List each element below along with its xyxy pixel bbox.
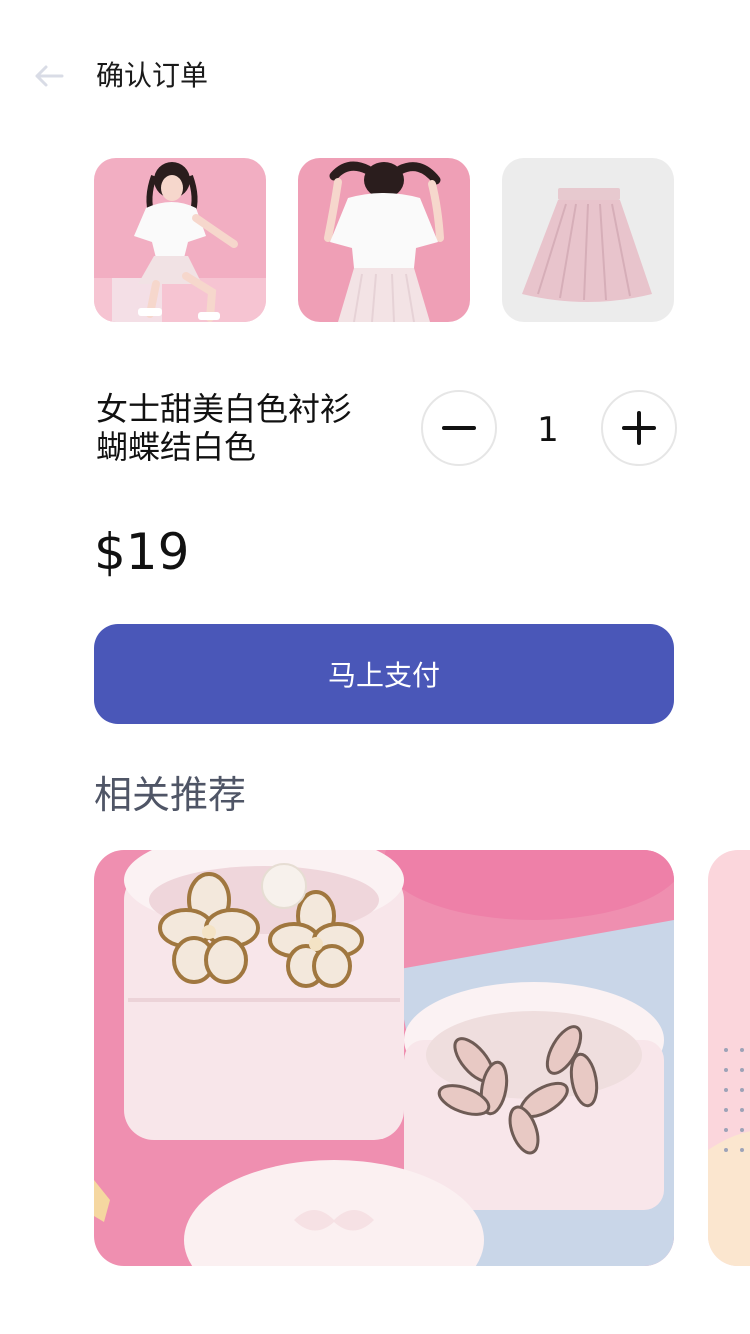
product-name-line1: 女士甜美白色衬衫 bbox=[96, 390, 353, 428]
decrease-quantity-button[interactable] bbox=[421, 390, 497, 466]
order-confirm-page: 确认订单 女士甜美白色衬衫 蝴蝶结白色 1 $19 马上支付 相关推荐 bbox=[0, 0, 750, 1334]
arrow-left-icon bbox=[35, 65, 64, 87]
recommend-card-partial[interactable] bbox=[708, 850, 750, 1266]
product-image-model-back[interactable] bbox=[298, 158, 470, 322]
minus-icon bbox=[442, 426, 476, 430]
plus-icon bbox=[622, 411, 656, 445]
back-button[interactable] bbox=[28, 56, 68, 96]
product-price: $19 bbox=[94, 523, 190, 581]
recommend-preview-photo bbox=[708, 850, 750, 1266]
quantity-value: 1 bbox=[537, 410, 559, 450]
pay-now-button[interactable]: 马上支付 bbox=[94, 624, 674, 724]
recommend-card-jewelry-box[interactable] bbox=[94, 850, 674, 1266]
increase-quantity-button[interactable] bbox=[601, 390, 677, 466]
product-name-line2: 蝴蝶结白色 bbox=[96, 428, 257, 466]
product-name: 女士甜美白色衬衫 蝴蝶结白色 bbox=[96, 390, 396, 466]
jewelry-box-photo bbox=[94, 850, 674, 1266]
recommend-section-title: 相关推荐 bbox=[94, 773, 247, 817]
page-title: 确认订单 bbox=[96, 59, 209, 92]
product-image-model-front[interactable] bbox=[94, 158, 266, 322]
product-image-skirt[interactable] bbox=[502, 158, 674, 322]
model-front-photo bbox=[94, 158, 266, 322]
model-back-photo bbox=[298, 158, 470, 322]
skirt-photo bbox=[502, 158, 674, 322]
